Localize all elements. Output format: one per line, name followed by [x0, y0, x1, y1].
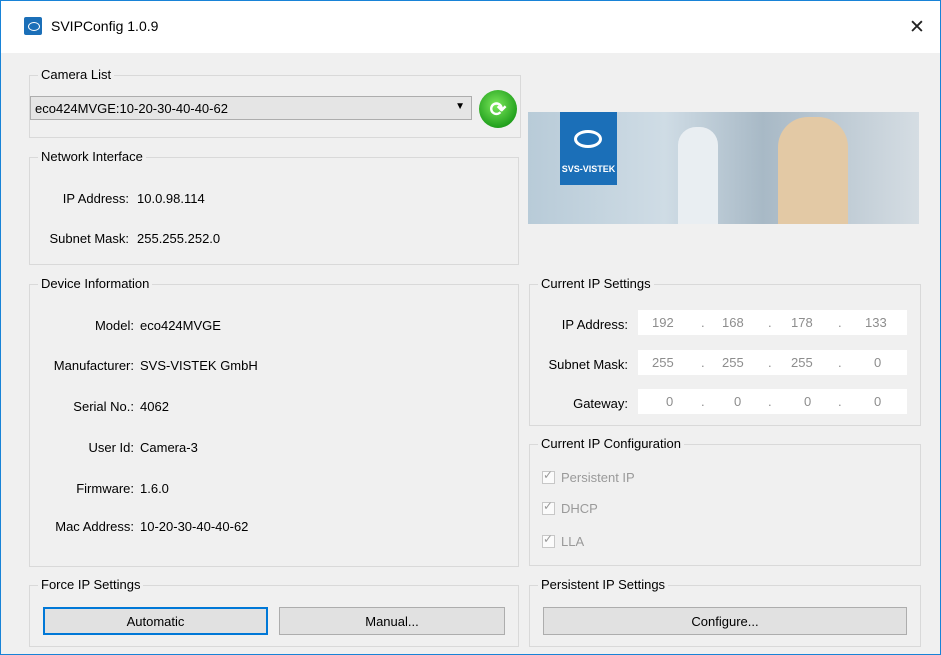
checkbox-checked-icon [542, 499, 555, 515]
octet: 0 [874, 355, 882, 370]
model-label: Model: [94, 318, 134, 333]
window-title: SVIPConfig 1.0.9 [51, 18, 159, 34]
current-ip-address-field: 192 . 168 . 178 . 133 [638, 310, 907, 335]
banner-scientist [778, 117, 848, 224]
dot: . [701, 315, 705, 330]
firmware-value: 1.6.0 [140, 481, 169, 496]
checkbox-checked-icon [542, 468, 555, 484]
octet: 0 [804, 394, 812, 409]
dot: . [838, 394, 842, 409]
dot: . [838, 315, 842, 330]
camera-select-value: eco424MVGE:10-20-30-40-40-62 [35, 101, 228, 116]
mac-label: Mac Address: [55, 519, 134, 534]
banner-scientist [678, 127, 718, 224]
automatic-button[interactable]: Automatic [43, 607, 268, 635]
serial-label: Serial No.: [73, 399, 134, 414]
refresh-button[interactable]: ⟳ [479, 90, 517, 128]
lla-label: LLA [561, 534, 585, 549]
octet: 133 [865, 315, 887, 330]
svs-vistek-banner: SVS-VISTEK [528, 112, 919, 224]
octet: 168 [722, 315, 744, 330]
dot: . [701, 355, 705, 370]
checkbox-checked-icon [542, 532, 555, 548]
octet: 0 [666, 394, 674, 409]
manufacturer-label: Manufacturer: [53, 358, 134, 373]
close-button[interactable]: ✕ [894, 1, 940, 53]
manual-button[interactable]: Manual... [279, 607, 505, 635]
manufacturer-value: SVS-VISTEK GmbH [140, 358, 258, 373]
octet: 0 [734, 394, 742, 409]
current-gateway-field: 0 . 0 . 0 . 0 [638, 389, 907, 414]
dot: . [838, 355, 842, 370]
current-ip-address-label: IP Address: [561, 317, 628, 332]
configure-button[interactable]: Configure... [543, 607, 907, 635]
user-id-label: User Id: [88, 440, 134, 455]
octet: 178 [791, 315, 813, 330]
title-bar: SVIPConfig 1.0.9 ✕ [1, 1, 940, 53]
chevron-down-icon: ▼ [455, 101, 465, 112]
persistent-ip-checkbox: Persistent IP [542, 468, 635, 485]
network-mask-value: 255.255.252.0 [137, 231, 221, 246]
dot: . [768, 394, 772, 409]
eye-icon [574, 130, 602, 148]
lla-checkbox: LLA [542, 532, 585, 549]
current-ip-settings-label: Current IP Settings [538, 276, 654, 291]
current-subnet-mask-field: 255 . 255 . 255 . 0 [638, 350, 907, 375]
network-interface-label: Network Interface [38, 149, 146, 164]
dhcp-label: DHCP [561, 501, 598, 516]
firmware-label: Firmware: [76, 481, 134, 496]
svs-vistek-logo: SVS-VISTEK [560, 112, 617, 185]
network-ip-label: IP Address: [62, 191, 129, 206]
dot: . [701, 394, 705, 409]
camera-select[interactable]: eco424MVGE:10-20-30-40-40-62 ▼ [30, 96, 472, 120]
dot: . [768, 315, 772, 330]
network-mask-label: Subnet Mask: [49, 231, 130, 246]
octet: 255 [652, 355, 674, 370]
dot: . [768, 355, 772, 370]
model-value: eco424MVGE [140, 318, 221, 333]
dhcp-checkbox: DHCP [542, 499, 598, 516]
mac-value: 10-20-30-40-40-62 [140, 519, 249, 534]
current-ip-configuration-label: Current IP Configuration [538, 436, 684, 451]
current-subnet-mask-label: Subnet Mask: [548, 357, 629, 372]
persistent-ip-settings-label: Persistent IP Settings [538, 577, 669, 592]
octet: 0 [874, 394, 882, 409]
logo-text: SVS-VISTEK [561, 164, 616, 174]
octet: 255 [722, 355, 744, 370]
force-ip-settings-label: Force IP Settings [38, 577, 144, 592]
current-gateway-label: Gateway: [573, 396, 628, 411]
octet: 192 [652, 315, 674, 330]
device-information-label: Device Information [38, 276, 153, 291]
network-interface-group: Network Interface [29, 149, 519, 265]
app-window: SVIPConfig 1.0.9 ✕ Camera List eco424MVG… [0, 0, 941, 655]
camera-list-label: Camera List [38, 67, 115, 82]
network-ip-value: 10.0.98.114 [137, 191, 205, 206]
app-icon [24, 17, 42, 35]
user-id-value: Camera-3 [140, 440, 198, 455]
octet: 255 [791, 355, 813, 370]
persistent-ip-label: Persistent IP [561, 470, 635, 485]
serial-value: 4062 [140, 399, 169, 414]
